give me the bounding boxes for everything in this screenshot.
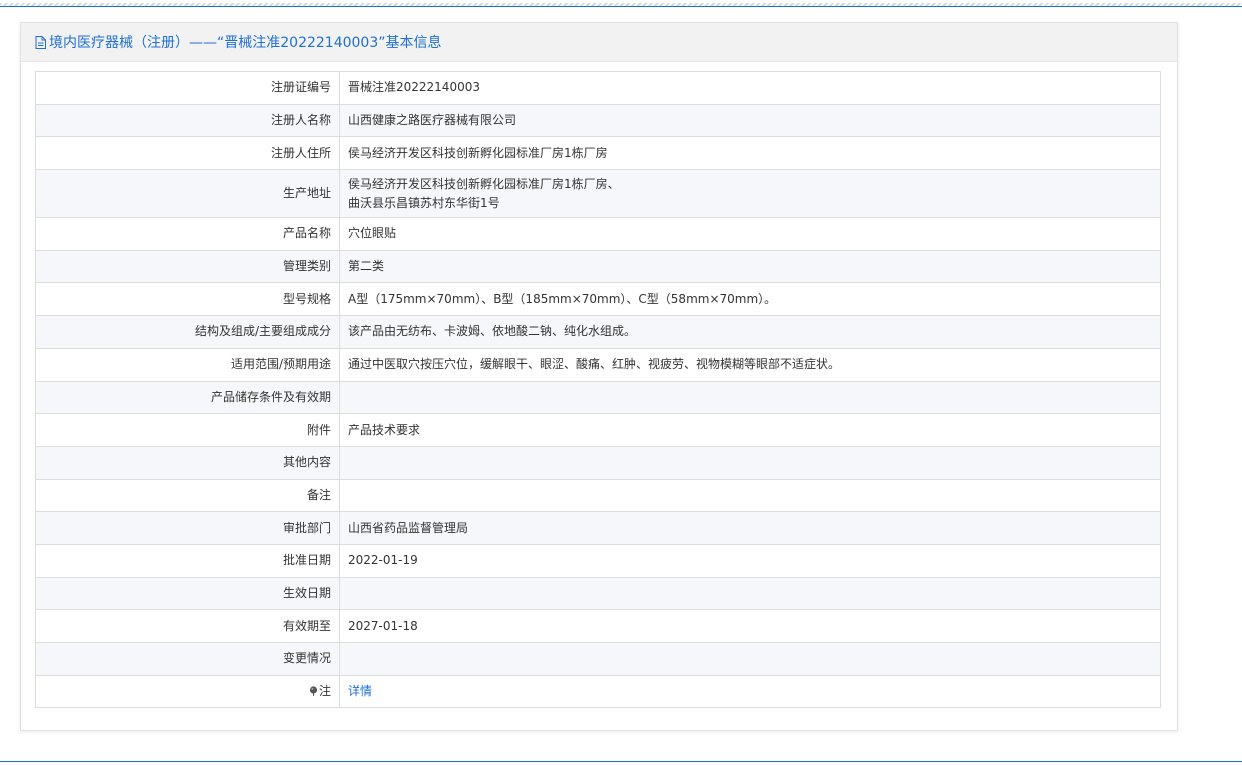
table-row: 生效日期: [35, 576, 1161, 611]
info-panel: 境内医疗器械（注册）——“晋械注准20222140003”基本信息 注册证编号 …: [20, 22, 1178, 731]
production-address-line-1: 侯马经济开发区科技创新孵化园标准厂房1栋厂房、: [348, 176, 620, 191]
info-table: 注册证编号 晋械注准20222140003 注册人名称 山西健康之路医疗器械有限…: [35, 71, 1161, 709]
pin-icon: [309, 683, 318, 697]
table-row: 产品名称 穴位眼贴: [35, 217, 1161, 251]
table-row: 审批部门 山西省药品监督管理局: [35, 511, 1161, 545]
table-row: 批准日期 2022-01-19: [35, 543, 1161, 578]
row-label: 附件: [35, 413, 340, 447]
row-label: 有效期至: [35, 609, 340, 643]
panel-title: 境内医疗器械（注册）——“晋械注准20222140003”基本信息: [49, 35, 442, 51]
row-value: 产品技术要求: [339, 413, 1161, 447]
row-value: 详情: [339, 674, 1161, 709]
note-label: 注: [318, 684, 331, 699]
row-value: 侯马经济开发区科技创新孵化园标准厂房1栋厂房、 曲沃县乐昌镇苏村东华街1号: [339, 169, 1161, 219]
row-label: 结构及组成/主要组成成分: [35, 315, 340, 349]
row-label: 型号规格: [35, 282, 340, 317]
row-value: [339, 478, 1161, 513]
row-value: [339, 380, 1161, 415]
row-value: 2027-01-18: [339, 609, 1161, 643]
row-value: [339, 445, 1161, 480]
table-row: 变更情况: [35, 642, 1161, 676]
row-label: 审批部门: [35, 511, 340, 545]
table-row: 产品储存条件及有效期: [35, 380, 1161, 415]
table-row: 注册证编号 晋械注准20222140003: [35, 71, 1161, 105]
row-value: 山西省药品监督管理局: [339, 511, 1161, 545]
table-row: 型号规格 A型（175mm×70mm）、B型（185mm×70mm）、C型（58…: [35, 282, 1161, 317]
row-label: 适用范围/预期用途: [35, 347, 340, 382]
row-label: 产品名称: [35, 217, 340, 251]
row-label: 管理类别: [35, 249, 340, 284]
row-label: 注册人住所: [35, 136, 340, 171]
row-value: 通过中医取穴按压穴位，缓解眼干、眼涩、酸痛、红肿、视疲劳、视物模糊等眼部不适症状…: [339, 347, 1161, 382]
document-icon: [35, 35, 46, 49]
row-label: 生产地址: [35, 169, 340, 219]
row-value: 该产品由无纺布、卡波姆、依地酸二钠、纯化水组成。: [339, 315, 1161, 349]
table-row: 结构及组成/主要组成成分 该产品由无纺布、卡波姆、依地酸二钠、纯化水组成。: [35, 315, 1161, 349]
details-link[interactable]: 详情: [348, 684, 372, 698]
row-label: 注册证编号: [35, 71, 340, 105]
table-row: 有效期至 2027-01-18: [35, 609, 1161, 643]
row-value: 山西健康之路医疗器械有限公司: [339, 103, 1161, 138]
table-row: 注 详情: [35, 674, 1161, 709]
row-value: 晋械注准20222140003: [339, 71, 1161, 105]
table-row: 生产地址 侯马经济开发区科技创新孵化园标准厂房1栋厂房、 曲沃县乐昌镇苏村东华街…: [35, 169, 1161, 219]
row-value: [339, 576, 1161, 611]
table-row: 备注: [35, 478, 1161, 513]
bottom-rule: [0, 761, 1242, 762]
row-label: 生效日期: [35, 576, 340, 611]
row-label: 产品储存条件及有效期: [35, 380, 340, 415]
row-label: 注册人名称: [35, 103, 340, 138]
row-value: 第二类: [339, 249, 1161, 284]
panel-header: 境内医疗器械（注册）——“晋械注准20222140003”基本信息: [21, 23, 1177, 62]
table-row: 适用范围/预期用途 通过中医取穴按压穴位，缓解眼干、眼涩、酸痛、红肿、视疲劳、视…: [35, 347, 1161, 382]
table-row: 注册人住所 侯马经济开发区科技创新孵化园标准厂房1栋厂房: [35, 136, 1161, 171]
table-row: 附件 产品技术要求: [35, 413, 1161, 447]
row-value: 穴位眼贴: [339, 217, 1161, 251]
row-value: 2022-01-19: [339, 543, 1161, 578]
row-label: 其他内容: [35, 445, 340, 480]
row-value: 侯马经济开发区科技创新孵化园标准厂房1栋厂房: [339, 136, 1161, 171]
row-label: 备注: [35, 478, 340, 513]
row-label: 批准日期: [35, 543, 340, 578]
row-label: 变更情况: [35, 642, 340, 676]
top-rule: [0, 3, 1242, 7]
table-row: 管理类别 第二类: [35, 249, 1161, 284]
row-label: 注: [35, 674, 340, 709]
row-value: [339, 642, 1161, 676]
production-address-line-2: 曲沃县乐昌镇苏村东华街1号: [348, 195, 500, 210]
row-value: A型（175mm×70mm）、B型（185mm×70mm）、C型（58mm×70…: [339, 282, 1161, 317]
table-row: 注册人名称 山西健康之路医疗器械有限公司: [35, 103, 1161, 138]
table-row: 其他内容: [35, 445, 1161, 480]
